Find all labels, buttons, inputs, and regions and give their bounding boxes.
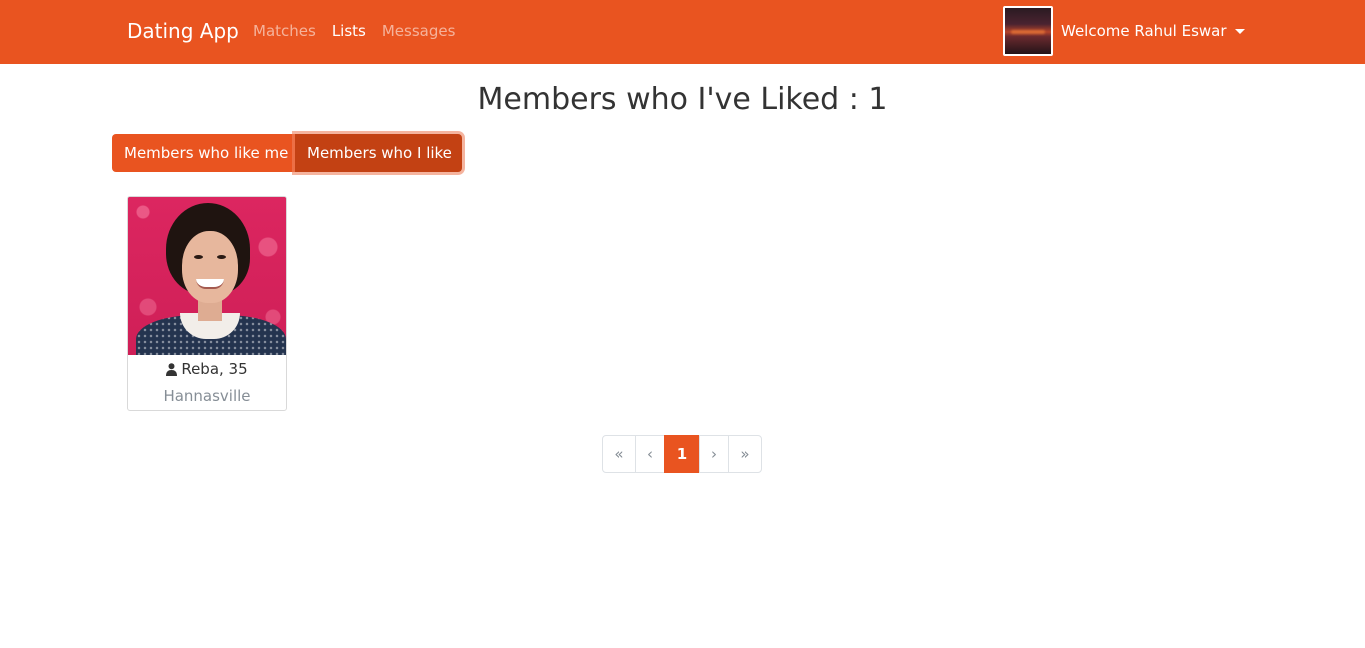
likes-filter-group: Members who like me Members who I like	[112, 134, 462, 172]
pagination-first-button[interactable]: «	[602, 435, 636, 473]
pagination-prev-button[interactable]: ‹	[635, 435, 665, 473]
member-card[interactable]: Reba, 35 Hannasville	[127, 196, 287, 411]
navbar: Dating App Matches Lists Messages Welcom…	[0, 0, 1365, 64]
user-dropdown-toggle[interactable]: Welcome Rahul Eswar	[1061, 22, 1245, 40]
nav-links: Matches Lists Messages	[253, 21, 471, 41]
photo-eye-right	[217, 255, 226, 259]
pagination-page-1[interactable]: 1	[664, 435, 700, 473]
user-menu[interactable]: Welcome Rahul Eswar	[1003, 6, 1245, 56]
member-card-body: Reba, 35 Hannasville	[128, 355, 286, 406]
pagination: « ‹ 1 › »	[602, 435, 762, 473]
pagination-last-button[interactable]: »	[728, 435, 762, 473]
nav-link-matches[interactable]: Matches	[253, 21, 316, 41]
photo-face	[182, 231, 238, 303]
caret-down-icon	[1234, 28, 1245, 34]
member-city: Hannasville	[163, 386, 251, 405]
member-name-row: Reba, 35	[166, 359, 248, 379]
brand-link[interactable]: Dating App	[127, 18, 239, 44]
welcome-text: Welcome Rahul Eswar	[1061, 22, 1227, 40]
pagination-next-button[interactable]: ›	[699, 435, 729, 473]
nav-link-messages[interactable]: Messages	[382, 21, 456, 41]
nav-link-lists[interactable]: Lists	[332, 21, 366, 41]
user-icon	[166, 362, 178, 376]
page-title: Members who I've Liked : 1	[477, 82, 888, 117]
members-who-i-like-button[interactable]: Members who I like	[295, 134, 462, 172]
members-who-like-me-button[interactable]: Members who like me	[112, 134, 295, 172]
avatar[interactable]	[1003, 6, 1053, 56]
photo-eye-left	[194, 255, 203, 259]
member-name: Reba, 35	[181, 360, 248, 378]
member-photo[interactable]	[128, 197, 286, 355]
